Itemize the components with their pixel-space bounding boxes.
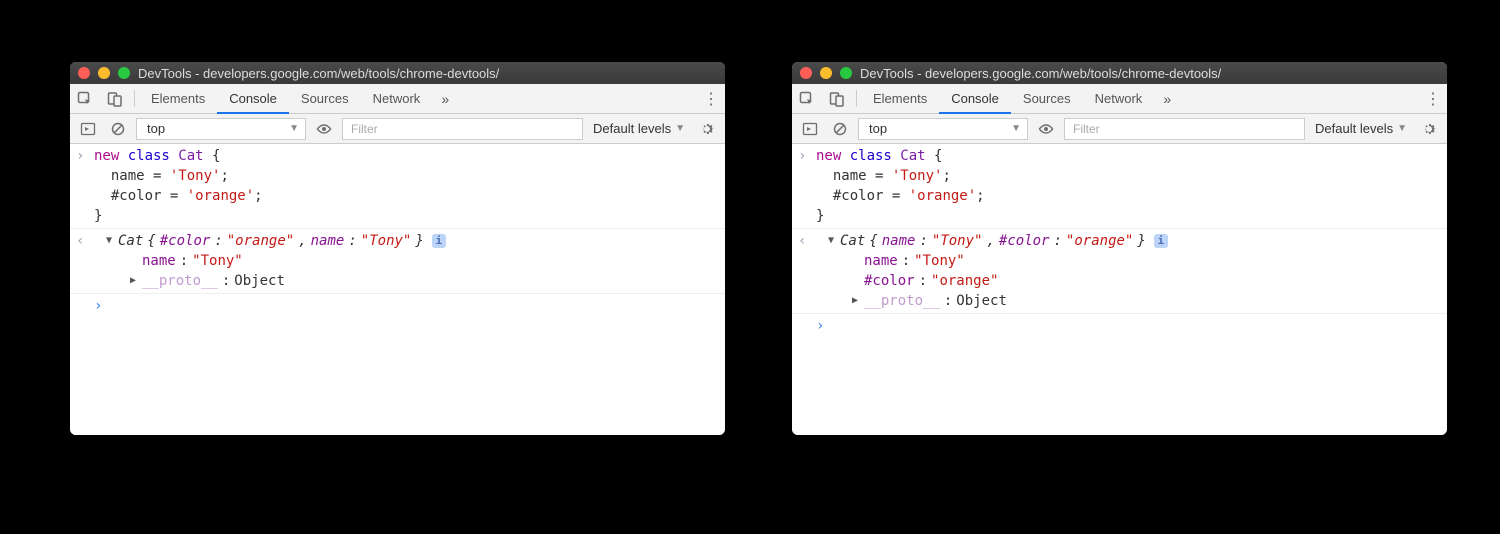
traffic-lights <box>800 67 852 79</box>
device-toolbar-icon[interactable] <box>100 84 130 113</box>
toggle-sidebar-icon[interactable] <box>798 118 822 140</box>
object-property[interactable]: name: "Tony" <box>850 251 1443 271</box>
chevron-down-icon: ▼ <box>1011 123 1021 134</box>
console-body[interactable]: › new class Cat { name = 'Tony'; #color =… <box>792 144 1447 435</box>
prompt-out-icon: › <box>76 231 84 251</box>
object-properties: name: "Tony"#color: "orange" ▶ __proto__… <box>826 251 1443 311</box>
console-prompt[interactable]: › <box>70 294 725 316</box>
log-levels-select[interactable]: Default levels ▼ <box>1311 118 1411 140</box>
panel-tabstrip: Elements Console Sources Network » ⋮ <box>792 84 1447 114</box>
tab-elements[interactable]: Elements <box>139 84 217 113</box>
window-minimize-button[interactable] <box>820 67 832 79</box>
prompt-in-icon: › <box>94 298 102 314</box>
chevron-down-icon: ▼ <box>675 123 685 134</box>
info-icon[interactable]: i <box>1154 234 1168 248</box>
disclosure-triangle-icon[interactable]: ▶ <box>850 291 860 311</box>
window-minimize-button[interactable] <box>98 67 110 79</box>
log-levels-select[interactable]: Default levels ▼ <box>589 118 689 140</box>
divider <box>134 90 135 107</box>
object-summary[interactable]: ▼ Cat {#color: "orange", name: "Tony"} i <box>104 231 721 251</box>
disclosure-triangle-icon[interactable]: ▶ <box>128 271 138 291</box>
inspect-element-icon[interactable] <box>792 84 822 113</box>
prompt-in-icon: › <box>798 146 806 166</box>
filter-input[interactable] <box>1064 118 1305 140</box>
live-expression-icon[interactable] <box>1034 118 1058 140</box>
object-proto[interactable]: ▶ __proto__: Object <box>128 271 721 291</box>
object-property[interactable]: name: "Tony" <box>128 251 721 271</box>
info-icon[interactable]: i <box>432 234 446 248</box>
log-levels-label: Default levels <box>593 121 671 136</box>
window-title: DevTools - developers.google.com/web/too… <box>138 66 499 81</box>
tab-network[interactable]: Network <box>1083 84 1155 113</box>
window-close-button[interactable] <box>78 67 90 79</box>
context-select-value: top <box>869 121 887 136</box>
settings-menu-icon[interactable]: ⋮ <box>697 84 725 113</box>
toggle-sidebar-icon[interactable] <box>76 118 100 140</box>
prompt-in-icon: › <box>76 146 84 166</box>
console-toolbar: top ▼ Default levels ▼ <box>792 114 1447 144</box>
console-body[interactable]: › new class Cat { name = 'Tony'; #color =… <box>70 144 725 435</box>
disclosure-triangle-icon[interactable]: ▼ <box>104 231 114 251</box>
object-properties: name: "Tony" ▶ __proto__: Object <box>104 251 721 291</box>
tab-network[interactable]: Network <box>361 84 433 113</box>
tab-sources[interactable]: Sources <box>1011 84 1083 113</box>
window-maximize-button[interactable] <box>840 67 852 79</box>
devtools-window: DevTools - developers.google.com/web/too… <box>792 62 1447 435</box>
tab-elements[interactable]: Elements <box>861 84 939 113</box>
clear-console-icon[interactable] <box>828 118 852 140</box>
traffic-lights <box>78 67 130 79</box>
clear-console-icon[interactable] <box>106 118 130 140</box>
console-output-entry: › ▼ Cat {#color: "orange", name: "Tony"}… <box>70 229 725 294</box>
disclosure-triangle-icon[interactable]: ▼ <box>826 231 836 251</box>
console-input-code: new class Cat { name = 'Tony'; #color = … <box>816 146 1443 226</box>
console-input-entry: › new class Cat { name = 'Tony'; #color =… <box>70 144 725 229</box>
console-input-code: new class Cat { name = 'Tony'; #color = … <box>94 146 721 226</box>
window-close-button[interactable] <box>800 67 812 79</box>
prompt-out-icon: › <box>798 231 806 251</box>
window-title: DevTools - developers.google.com/web/too… <box>860 66 1221 81</box>
window-titlebar: DevTools - developers.google.com/web/too… <box>70 62 725 84</box>
console-input-entry: › new class Cat { name = 'Tony'; #color =… <box>792 144 1447 229</box>
object-proto[interactable]: ▶ __proto__: Object <box>850 291 1443 311</box>
tab-sources[interactable]: Sources <box>289 84 361 113</box>
chevron-down-icon: ▼ <box>1397 123 1407 134</box>
panel-tabstrip: Elements Console Sources Network » ⋮ <box>70 84 725 114</box>
live-expression-icon[interactable] <box>312 118 336 140</box>
tab-console[interactable]: Console <box>217 84 289 113</box>
filter-input[interactable] <box>342 118 583 140</box>
more-tabs-icon[interactable]: » <box>1154 84 1180 113</box>
prompt-in-icon: › <box>816 318 824 334</box>
object-property[interactable]: #color: "orange" <box>850 271 1443 291</box>
tab-console[interactable]: Console <box>939 84 1011 113</box>
console-toolbar: top ▼ Default levels ▼ <box>70 114 725 144</box>
window-titlebar: DevTools - developers.google.com/web/too… <box>792 62 1447 84</box>
device-toolbar-icon[interactable] <box>822 84 852 113</box>
window-maximize-button[interactable] <box>118 67 130 79</box>
log-levels-label: Default levels <box>1315 121 1393 136</box>
console-output-entry: › ▼ Cat {name: "Tony", #color: "orange"}… <box>792 229 1447 314</box>
settings-menu-icon[interactable]: ⋮ <box>1419 84 1447 113</box>
context-select[interactable]: top ▼ <box>136 118 306 140</box>
gear-icon[interactable] <box>695 118 719 140</box>
console-prompt[interactable]: › <box>792 314 1447 336</box>
divider <box>856 90 857 107</box>
chevron-down-icon: ▼ <box>289 123 299 134</box>
more-tabs-icon[interactable]: » <box>432 84 458 113</box>
context-select-value: top <box>147 121 165 136</box>
inspect-element-icon[interactable] <box>70 84 100 113</box>
gear-icon[interactable] <box>1417 118 1441 140</box>
context-select[interactable]: top ▼ <box>858 118 1028 140</box>
object-summary[interactable]: ▼ Cat {name: "Tony", #color: "orange"} i <box>826 231 1443 251</box>
devtools-window: DevTools - developers.google.com/web/too… <box>70 62 725 435</box>
